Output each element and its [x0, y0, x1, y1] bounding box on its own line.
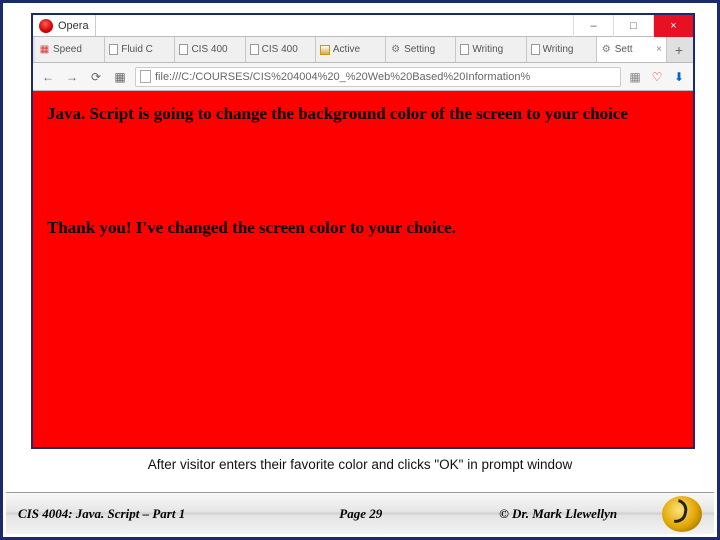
tab-label: Fluid C — [121, 44, 170, 55]
browser-window: Opera – □ × ▦ Speed Fluid C CIS 400 — [31, 13, 695, 449]
heart-icon[interactable]: ♡ — [649, 69, 665, 85]
copyright-text: © Dr. Mark Llewellyn — [499, 506, 617, 522]
tab-speed-dial[interactable]: ▦ Speed — [35, 37, 105, 62]
tabstrip: ▦ Speed Fluid C CIS 400 CIS 400 Active ⚙ — [33, 37, 693, 63]
bookmark-grid-icon[interactable]: ▦ — [627, 69, 643, 85]
speed-dial-button[interactable]: ▦ — [111, 68, 129, 86]
tab-active[interactable]: Active — [316, 37, 386, 62]
tab-fluid[interactable]: Fluid C — [105, 37, 175, 62]
tab-close-icon[interactable]: × — [656, 44, 662, 55]
url-text: file:///C:/COURSES/CIS%204004%20_%20Web%… — [155, 71, 530, 83]
page-icon — [250, 44, 259, 55]
page-icon — [109, 44, 118, 55]
content-gap — [47, 126, 679, 218]
tab-label: Setting — [404, 44, 451, 55]
footer-page: Page 29 — [267, 506, 454, 522]
titlebar: Opera – □ × — [33, 15, 693, 37]
tab-cis-1[interactable]: CIS 400 — [175, 37, 245, 62]
footer: CIS 4004: Java. Script – Part 1 Page 29 … — [6, 492, 714, 534]
gear-icon: ⚙ — [390, 44, 401, 55]
slide: Opera – □ × ▦ Speed Fluid C CIS 400 — [0, 0, 720, 540]
tab-cis-2[interactable]: CIS 400 — [246, 37, 316, 62]
page-icon — [179, 44, 188, 55]
toolbar: ← → ⟳ ▦ file:///C:/COURSES/CIS%204004%20… — [33, 63, 693, 91]
gear-icon: ⚙ — [601, 44, 612, 55]
tab-label: Speed — [53, 44, 100, 55]
page-content: Java. Script is going to change the back… — [33, 91, 693, 447]
file-icon — [140, 70, 151, 83]
tab-label: Sett — [615, 44, 653, 55]
app-name: Opera — [58, 20, 89, 32]
tab-settings-1[interactable]: ⚙ Setting — [386, 37, 456, 62]
address-bar[interactable]: file:///C:/COURSES/CIS%204004%20_%20Web%… — [135, 67, 621, 87]
page-icon — [531, 44, 540, 55]
download-icon[interactable]: ⬇ — [671, 69, 687, 85]
footer-copyright: © Dr. Mark Llewellyn — [454, 506, 662, 522]
image-icon — [320, 45, 330, 55]
page-heading: Java. Script is going to change the back… — [47, 103, 679, 126]
back-button[interactable]: ← — [39, 68, 57, 86]
opera-icon — [39, 19, 53, 33]
speed-dial-icon: ▦ — [39, 44, 50, 55]
app-title-area[interactable]: Opera — [33, 15, 96, 36]
window-controls: – □ × — [573, 15, 693, 36]
tab-writing-1[interactable]: Writing — [456, 37, 526, 62]
footer-course: CIS 4004: Java. Script – Part 1 — [18, 506, 267, 522]
page-icon — [460, 44, 469, 55]
tab-settings-active[interactable]: ⚙ Sett × — [597, 37, 667, 62]
tab-writing-2[interactable]: Writing — [527, 37, 597, 62]
tab-label: Writing — [472, 44, 521, 55]
page-message: Thank you! I've changed the screen color… — [47, 218, 679, 238]
maximize-button[interactable]: □ — [613, 15, 653, 37]
slide-caption: After visitor enters their favorite colo… — [3, 457, 717, 472]
tab-label: Writing — [543, 44, 592, 55]
close-button[interactable]: × — [653, 15, 693, 37]
tab-label: Active — [333, 44, 381, 55]
new-tab-button[interactable]: + — [667, 37, 691, 62]
reload-button[interactable]: ⟳ — [87, 68, 105, 86]
minimize-button[interactable]: – — [573, 15, 613, 37]
tab-label: CIS 400 — [262, 44, 311, 55]
forward-button[interactable]: → — [63, 68, 81, 86]
ucf-logo-icon — [662, 496, 702, 532]
tab-label: CIS 400 — [191, 44, 240, 55]
